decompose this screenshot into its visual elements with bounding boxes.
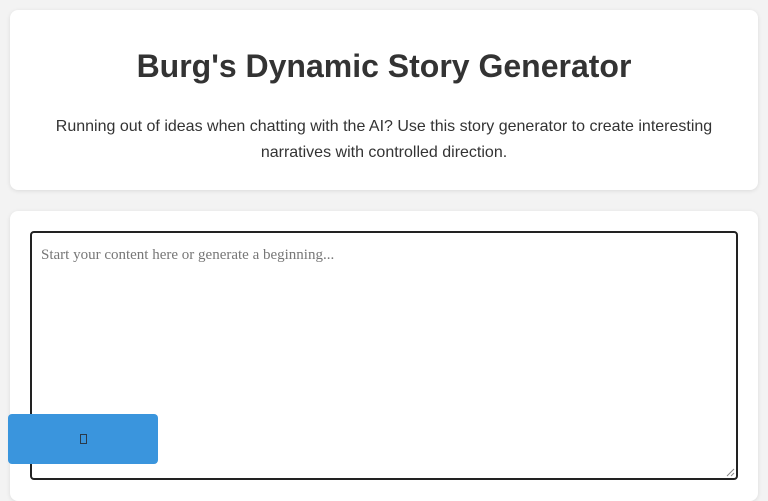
page-title: Burg's Dynamic Story Generator: [136, 48, 632, 84]
missing-glyph-icon: [79, 434, 87, 444]
floating-action-button[interactable]: [8, 414, 158, 464]
header-card: Burg's Dynamic Story Generator Running o…: [10, 10, 758, 190]
page-subtitle: Running out of ideas when chatting with …: [55, 118, 713, 161]
